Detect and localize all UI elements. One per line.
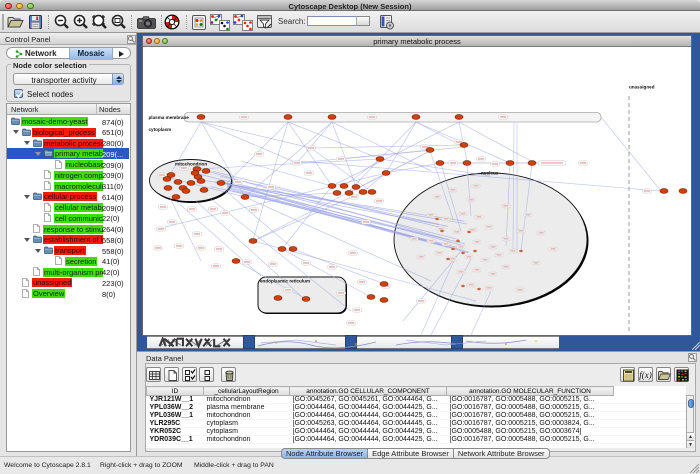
svg-text:mitochondrion: mitochondrion [175,162,207,167]
svg-text:cytoplasm: cytoplasm [149,127,172,132]
svg-text:unassigned: unassigned [629,85,655,90]
svg-text:endoplasmic reticulum: endoplasmic reticulum [260,279,310,284]
svg-text:plasma membrane: plasma membrane [149,115,190,120]
svg-text:nucleus: nucleus [481,171,499,176]
